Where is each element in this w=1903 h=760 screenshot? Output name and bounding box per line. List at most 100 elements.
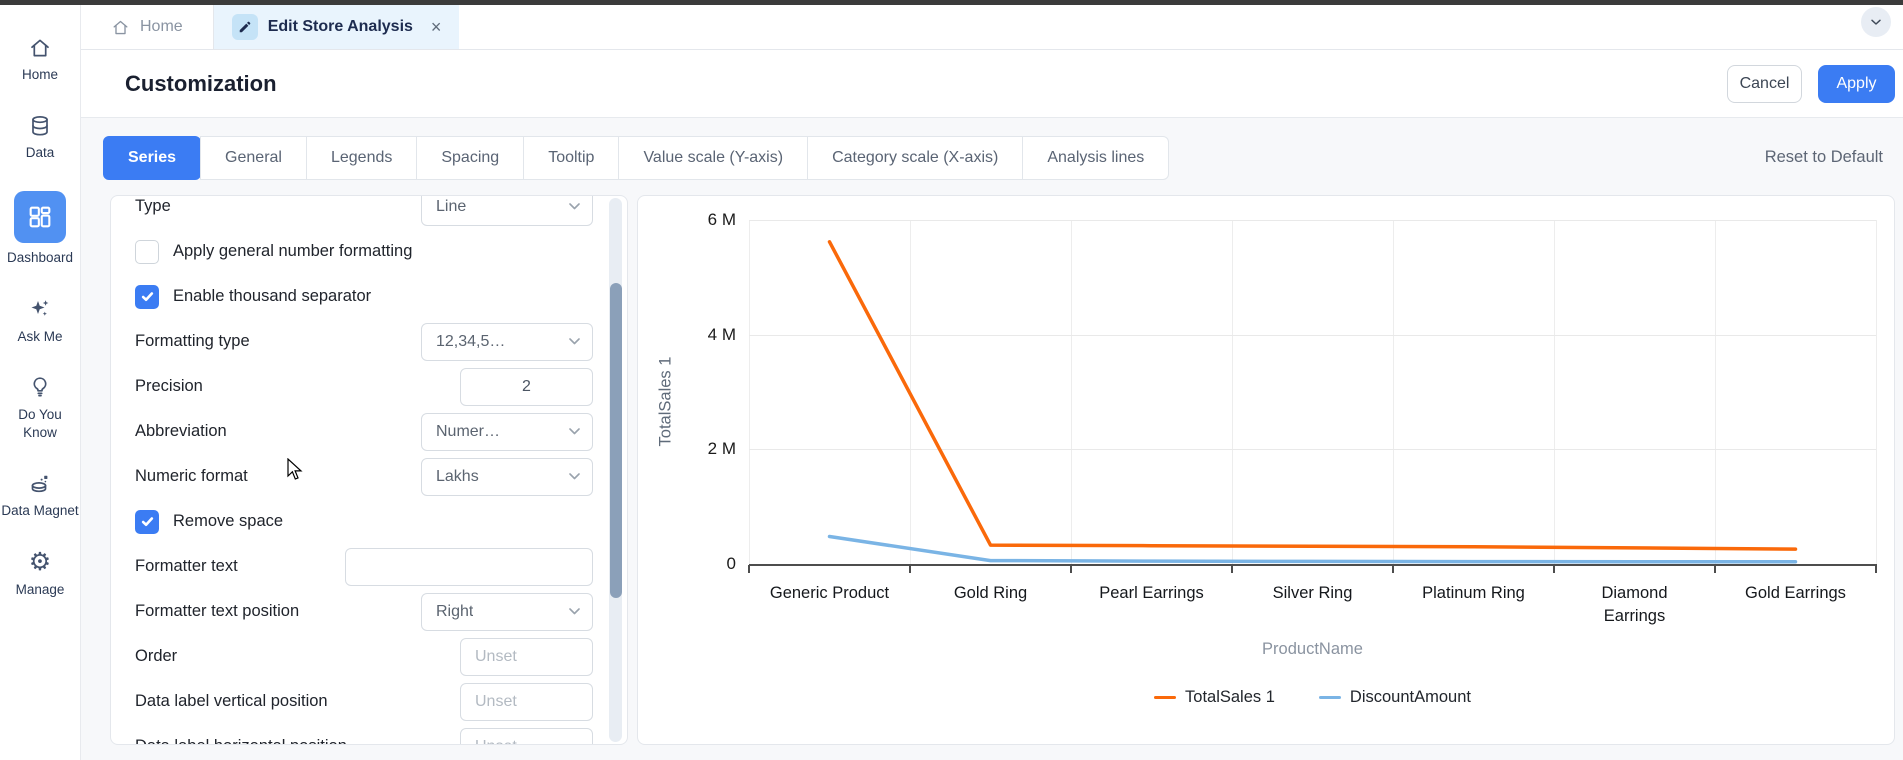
form-row-remove-space: Remove space bbox=[135, 499, 593, 544]
apply-general-number-formatting-checkbox[interactable] bbox=[135, 239, 159, 264]
home-icon bbox=[113, 20, 128, 34]
type-dropdown[interactable]: Line bbox=[421, 196, 593, 226]
form-row-precision: Precision bbox=[135, 364, 593, 409]
x-category-label: Silver Ring bbox=[1272, 584, 1353, 602]
formatter-text-position-dropdown[interactable]: Right bbox=[421, 592, 593, 631]
abbreviation-dropdown[interactable]: Numer… bbox=[421, 412, 593, 451]
tab-legends[interactable]: Legends bbox=[305, 136, 418, 180]
collapse-panel-button[interactable] bbox=[1861, 7, 1891, 37]
sidebar-item-ask-me[interactable]: Ask Me bbox=[0, 297, 80, 346]
pencil-icon bbox=[231, 14, 258, 40]
series-settings-panel: Type Line Apply general number formattin… bbox=[110, 195, 628, 745]
x-category-label: Platinum Ring bbox=[1422, 584, 1525, 602]
sidebar-item-dashboard[interactable]: Dashboard bbox=[0, 191, 80, 267]
database-icon bbox=[28, 113, 53, 138]
sidebar-item-do-you-know[interactable]: Do You Know bbox=[0, 375, 80, 442]
remove-space-checkbox[interactable] bbox=[135, 509, 159, 534]
tab-home-label: Home bbox=[140, 18, 183, 35]
x-category-label: Diamond Earrings bbox=[1601, 584, 1668, 626]
form-row-general-number-formatting: Apply general number formatting bbox=[135, 229, 593, 274]
workspace-tabstrip: Home Edit Store Analysis × bbox=[81, 5, 1903, 50]
tab-analysis-lines[interactable]: Analysis lines bbox=[1022, 136, 1170, 180]
tab-series[interactable]: Series bbox=[103, 136, 202, 180]
form-row-formatter-text-position: Formatter text position Right bbox=[135, 589, 593, 634]
series-line-totalsales-1 bbox=[827, 240, 1798, 551]
x-axis-labels: Generic Product Gold Ring Pearl Earrings Si… bbox=[749, 582, 1876, 628]
legend-label: TotalSales 1 bbox=[1185, 688, 1275, 706]
sidebar-item-data-magnet[interactable]: Data Magnet bbox=[0, 471, 80, 520]
chart-panel: TotalSales 1 02 M4 M6 M Generic Product G… bbox=[637, 195, 1895, 745]
legend-swatch bbox=[1318, 695, 1341, 700]
data-label-horizontal-position-input[interactable] bbox=[460, 727, 593, 744]
apply-button[interactable]: Apply bbox=[1818, 64, 1895, 103]
sidebar-item-label: Dashboard bbox=[6, 250, 74, 266]
sidebar-item-label: Home bbox=[21, 67, 58, 82]
series-lines bbox=[827, 240, 1798, 564]
chevron-down-icon bbox=[569, 608, 580, 615]
form-row-type: Type Line bbox=[135, 196, 593, 229]
cancel-button[interactable]: Cancel bbox=[1727, 64, 1802, 103]
x-tick-mark bbox=[1231, 565, 1233, 573]
form-row-abbreviation: Abbreviation Numer… bbox=[135, 409, 593, 454]
chevron-down-icon bbox=[569, 203, 580, 210]
y-tick-label: 6 M bbox=[707, 210, 736, 229]
gear-icon: ⚙ bbox=[28, 547, 52, 576]
tab-general[interactable]: General bbox=[200, 136, 307, 180]
sidebar-item-label: Do You Know bbox=[18, 406, 62, 441]
order-input[interactable] bbox=[460, 637, 593, 676]
formatting-type-dropdown[interactable]: 12,34,5… bbox=[421, 322, 593, 361]
form-row-order: Order bbox=[135, 634, 593, 679]
enable-thousand-separator-checkbox[interactable] bbox=[135, 284, 159, 309]
dashboard-grid-icon bbox=[14, 191, 66, 244]
tab-home[interactable]: Home bbox=[81, 5, 214, 49]
sidebar-item-label: Data Magnet bbox=[1, 503, 79, 519]
form-scrollbar-track[interactable] bbox=[609, 198, 622, 742]
chevron-down-icon bbox=[569, 338, 580, 345]
tab-category-scale[interactable]: Category scale (X-axis) bbox=[807, 136, 1024, 180]
x-category-label: Gold Earrings bbox=[1745, 584, 1846, 602]
data-label-vertical-position-input[interactable] bbox=[460, 682, 593, 721]
window-top-strip bbox=[0, 0, 1903, 5]
legend-item[interactable]: TotalSales 1 bbox=[1154, 688, 1275, 707]
form-row-data-label-vertical: Data label vertical position bbox=[135, 679, 593, 724]
sparkles-icon bbox=[28, 297, 53, 322]
reset-to-default-link[interactable]: Reset to Default bbox=[1765, 148, 1883, 167]
tab-spacing[interactable]: Spacing bbox=[416, 136, 525, 180]
sidebar-item-home[interactable]: Home bbox=[0, 35, 80, 84]
settings-tabbar: Series General Legends Spacing Tooltip V… bbox=[103, 136, 1170, 180]
sidebar-item-data[interactable]: Data bbox=[0, 113, 80, 162]
legend-item[interactable]: DiscountAmount bbox=[1318, 688, 1471, 707]
data-magnet-icon bbox=[28, 471, 53, 496]
x-tick-mark bbox=[1392, 565, 1394, 573]
tab-value-scale[interactable]: Value scale (Y-axis) bbox=[618, 136, 809, 180]
plot-area[interactable] bbox=[749, 220, 1877, 564]
chart-legend: TotalSales 1 DiscountAmount bbox=[749, 688, 1876, 707]
y-tick-label: 4 M bbox=[707, 324, 736, 344]
tab-edit-store-analysis[interactable]: Edit Store Analysis × bbox=[213, 5, 460, 49]
x-tick-mark bbox=[1070, 565, 1072, 573]
legend-swatch bbox=[1154, 695, 1177, 700]
sidebar-item-label: Data bbox=[25, 145, 55, 161]
tab-tooltip[interactable]: Tooltip bbox=[523, 136, 620, 180]
form-scrollbar-thumb[interactable] bbox=[609, 283, 622, 598]
formatter-text-input[interactable] bbox=[345, 547, 593, 586]
vertical-gridline bbox=[1876, 220, 1877, 564]
sidebar-item-label: Manage bbox=[15, 581, 65, 597]
y-tick-label: 2 M bbox=[707, 439, 736, 459]
x-category-label: Generic Product bbox=[769, 584, 890, 602]
chevron-down-icon bbox=[569, 428, 580, 435]
chevron-down-icon bbox=[569, 473, 580, 480]
page-title: Customization bbox=[125, 70, 277, 96]
x-axis-title: ProductName bbox=[1262, 640, 1363, 658]
form-row-thousand-separator: Enable thousand separator bbox=[135, 274, 593, 319]
form-row-formatting-type: Formatting type 12,34,5… bbox=[135, 319, 593, 364]
x-tick-mark bbox=[1875, 565, 1877, 573]
x-tick-mark bbox=[748, 565, 750, 573]
form-row-numeric-format: Numeric format Lakhs bbox=[135, 454, 593, 499]
form-row-formatter-text: Formatter text bbox=[135, 544, 593, 589]
close-icon[interactable]: × bbox=[431, 17, 442, 38]
x-tick-mark bbox=[1553, 565, 1555, 573]
numeric-format-dropdown[interactable]: Lakhs bbox=[421, 457, 593, 496]
sidebar-item-manage[interactable]: ⚙ Manage bbox=[0, 547, 80, 599]
precision-input[interactable] bbox=[460, 367, 593, 406]
